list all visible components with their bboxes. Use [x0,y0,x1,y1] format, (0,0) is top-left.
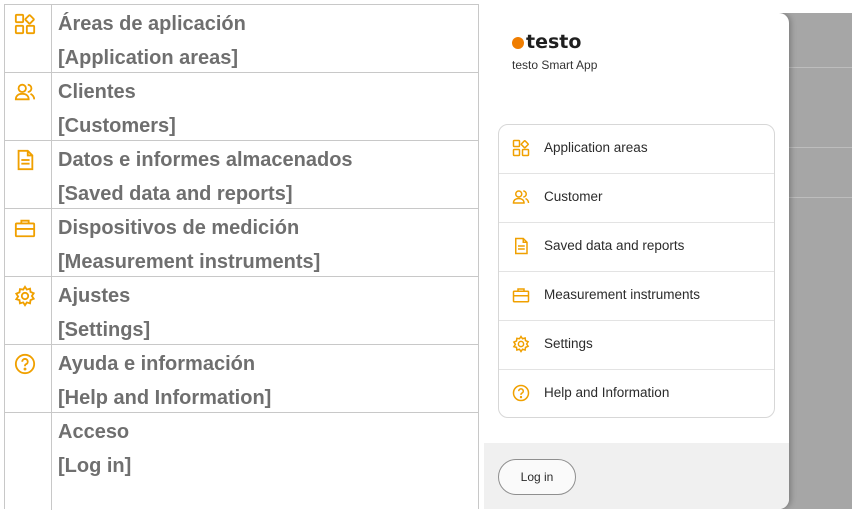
gear-icon [14,285,36,307]
menu-item-label: Customer [544,189,603,204]
document-icon [515,237,528,255]
doc-spanish-label: Clientes [58,81,136,103]
doc-row-application-areas: Áreas de aplicación [Application areas] [5,4,478,73]
doc-spanish-label: Ayuda e información [58,353,256,375]
menu-item-label: Measurement instruments [544,287,701,302]
briefcase-icon [512,288,530,303]
logo-dot [512,37,524,49]
doc-english-label: [Settings] [58,319,151,341]
doc-spanish-label: Acceso [58,421,130,443]
menu-item-help[interactable]: Help and Information [499,370,774,418]
briefcase-icon [14,219,36,238]
testo-logo: testo [512,31,581,53]
drawer-footer: Log in [484,443,789,509]
app-screenshot: testo testo Smart App Application areas … [484,13,852,509]
brand-name: testo [526,31,582,53]
doc-english-label: [Log in] [58,455,132,477]
login-button[interactable]: Log in [498,459,576,495]
doc-row-help: Ayuda e información [Help and Informatio… [5,344,478,413]
doc-english-label: [Measurement instruments] [58,251,321,273]
gear-icon [512,335,530,353]
customer-icon [512,190,530,204]
doc-spanish-label: Datos e informes almacenados [58,149,353,171]
doc-english-label: [Customers] [58,115,176,137]
documentation-table: Áreas de aplicación [Application areas] … [4,4,479,510]
doc-row-instruments: Dispositivos de medición [Measurement in… [5,208,478,277]
doc-english-label: [Saved data and reports] [58,183,293,205]
menu-item-label: Saved data and reports [544,238,685,253]
doc-spanish-label: Áreas de aplicación [58,13,246,35]
menu-item-label: Settings [544,336,593,351]
menu-item-label: Help and Information [544,385,670,400]
help-icon [14,353,36,375]
menu-item-instruments[interactable]: Measurement instruments [499,272,774,321]
menu-item-customer[interactable]: Customer [499,174,774,223]
application-areas-icon [14,13,36,35]
menu-item-saved-data[interactable]: Saved data and reports [499,223,774,272]
doc-english-label: [Application areas] [58,47,239,69]
navigation-drawer: testo testo Smart App Application areas … [484,13,789,509]
doc-row-customers: Clientes [Customers] [5,72,478,141]
menu-item-settings[interactable]: Settings [499,321,774,370]
doc-row-settings: Ajustes [Settings] [5,276,478,345]
application-areas-icon [512,139,530,157]
doc-spanish-label: Dispositivos de medición [58,217,300,239]
menu-item-label: Application areas [544,140,648,155]
doc-spanish-label: Ajustes [58,285,131,307]
help-icon [512,384,530,402]
customer-icon [14,83,36,101]
doc-english-label: [Help and Information] [58,387,272,409]
menu-card: Application areas Customer Saved data an… [498,124,775,418]
document-icon [17,149,34,171]
doc-row-saved-data: Datos e informes almacenados [Saved data… [5,140,478,209]
app-subtitle: testo Smart App [512,58,598,72]
doc-row-login: Acceso [Log in] [5,412,478,510]
menu-item-application-areas[interactable]: Application areas [499,125,774,174]
